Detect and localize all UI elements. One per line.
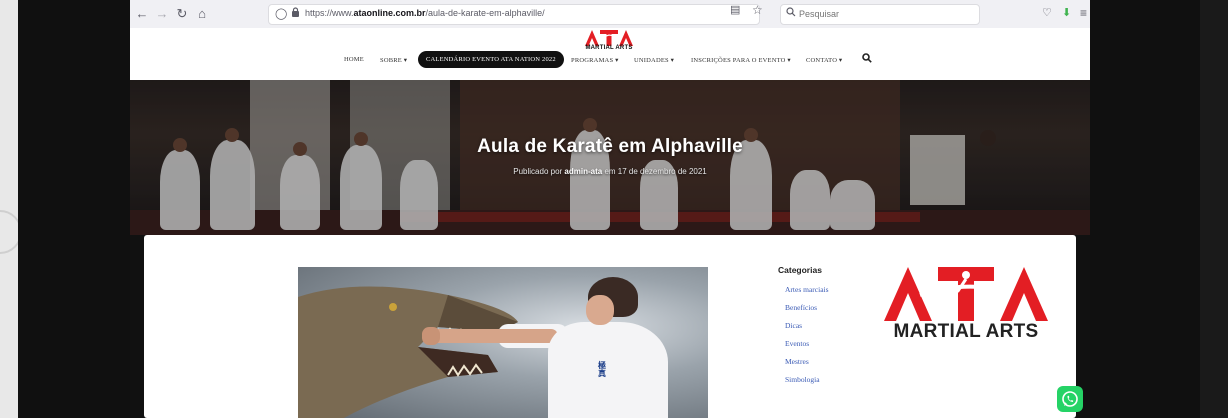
ata-logo-widget: MARTIAL ARTS — [880, 265, 1052, 345]
search-icon — [786, 7, 796, 20]
pocket-icon[interactable]: ♡ — [1042, 6, 1052, 20]
site-logo[interactable]: MARTIAL ARTS — [583, 30, 635, 54]
left-backdrop — [18, 0, 130, 418]
dinosaur-image — [298, 286, 518, 418]
nav-home[interactable]: HOME — [344, 56, 364, 63]
right-edge — [1200, 0, 1228, 418]
hero-banner: Aula de Karatê em Alphaville Publicado p… — [130, 80, 1090, 235]
browser-toolbar: ← → ↻ ⌂ ◯ https://www.ataonline.com.br/a… — [130, 0, 1090, 29]
home-icon[interactable]: ⌂ — [194, 6, 210, 22]
bookmark-star-icon[interactable]: ☆ — [752, 3, 763, 17]
nav-programas[interactable]: PROGRAMAS ▾ — [571, 56, 619, 64]
address-bar[interactable]: ◯ https://www.ataonline.com.br/aula-de-k… — [268, 4, 760, 25]
nav-sobre[interactable]: SOBRE ▾ — [380, 56, 407, 64]
reader-view-icon[interactable]: ▤ — [730, 3, 740, 16]
search-input[interactable] — [799, 7, 969, 21]
site-header: MARTIAL ARTS HOME SOBRE ▾ CALENDÁRIO EVE… — [130, 28, 1090, 78]
nav-inscricoes[interactable]: INSCRIÇÕES PARA O EVENTO ▾ — [691, 56, 791, 64]
forward-icon[interactable]: → — [154, 6, 170, 22]
post-meta: Publicado por admin-ata em 17 de dezembr… — [513, 167, 707, 176]
hamburger-menu-icon[interactable]: ≡ — [1080, 6, 1087, 20]
back-icon[interactable]: ← — [134, 6, 150, 22]
lock-icon[interactable] — [291, 7, 300, 20]
download-icon[interactable]: ⬇ — [1062, 6, 1071, 20]
category-link[interactable]: Eventos — [785, 340, 888, 358]
category-link[interactable]: Mestres — [785, 358, 888, 376]
categories-widget: Categorias Artes marciais Benefícios Dic… — [778, 265, 888, 394]
post-author-link[interactable]: admin-ata — [564, 167, 602, 176]
reload-icon[interactable]: ↻ — [174, 6, 190, 22]
category-link[interactable]: Dicas — [785, 322, 888, 340]
whatsapp-icon — [1062, 391, 1078, 407]
browser-window: ← → ↻ ⌂ ◯ https://www.ataonline.com.br/a… — [130, 0, 1090, 418]
tracking-shield-icon[interactable]: ◯ — [275, 7, 287, 20]
content-card: 極真 Categorias Artes marciais Benefícios … — [144, 235, 1076, 418]
categories-list: Artes marciais Benefícios Dicas Eventos … — [778, 286, 888, 394]
category-link[interactable]: Benefícios — [785, 304, 888, 322]
categories-heading: Categorias — [778, 265, 822, 275]
post-title: Aula de Karatê em Alphaville — [477, 136, 743, 157]
ata-logo-large-icon — [884, 267, 1048, 321]
url-text: https://www.ataonline.com.br/aula-de-kar… — [305, 8, 545, 18]
featured-image: 極真 — [298, 267, 708, 418]
main-nav: HOME SOBRE ▾ CALENDÁRIO EVENTO ATA NATIO… — [130, 51, 1090, 74]
logo-large-caption: MARTIAL ARTS — [893, 321, 1039, 342]
ata-logo-mark-icon — [585, 30, 633, 46]
whatsapp-button[interactable] — [1057, 386, 1083, 412]
logo-caption: MARTIAL ARTS — [585, 45, 633, 51]
gi-kanji: 極真 — [598, 361, 606, 378]
desktop-strip — [0, 0, 22, 418]
nav-calendario-button[interactable]: CALENDÁRIO EVENTO ATA NATION 2022 — [418, 51, 564, 68]
category-link[interactable]: Artes marciais — [785, 286, 888, 304]
category-link[interactable]: Simbologia — [785, 376, 888, 394]
nav-unidades[interactable]: UNIDADES ▾ — [634, 56, 674, 64]
nav-contato[interactable]: CONTATO ▾ — [806, 56, 842, 64]
search-bar[interactable] — [780, 4, 980, 25]
nav-search-icon[interactable] — [862, 53, 872, 66]
